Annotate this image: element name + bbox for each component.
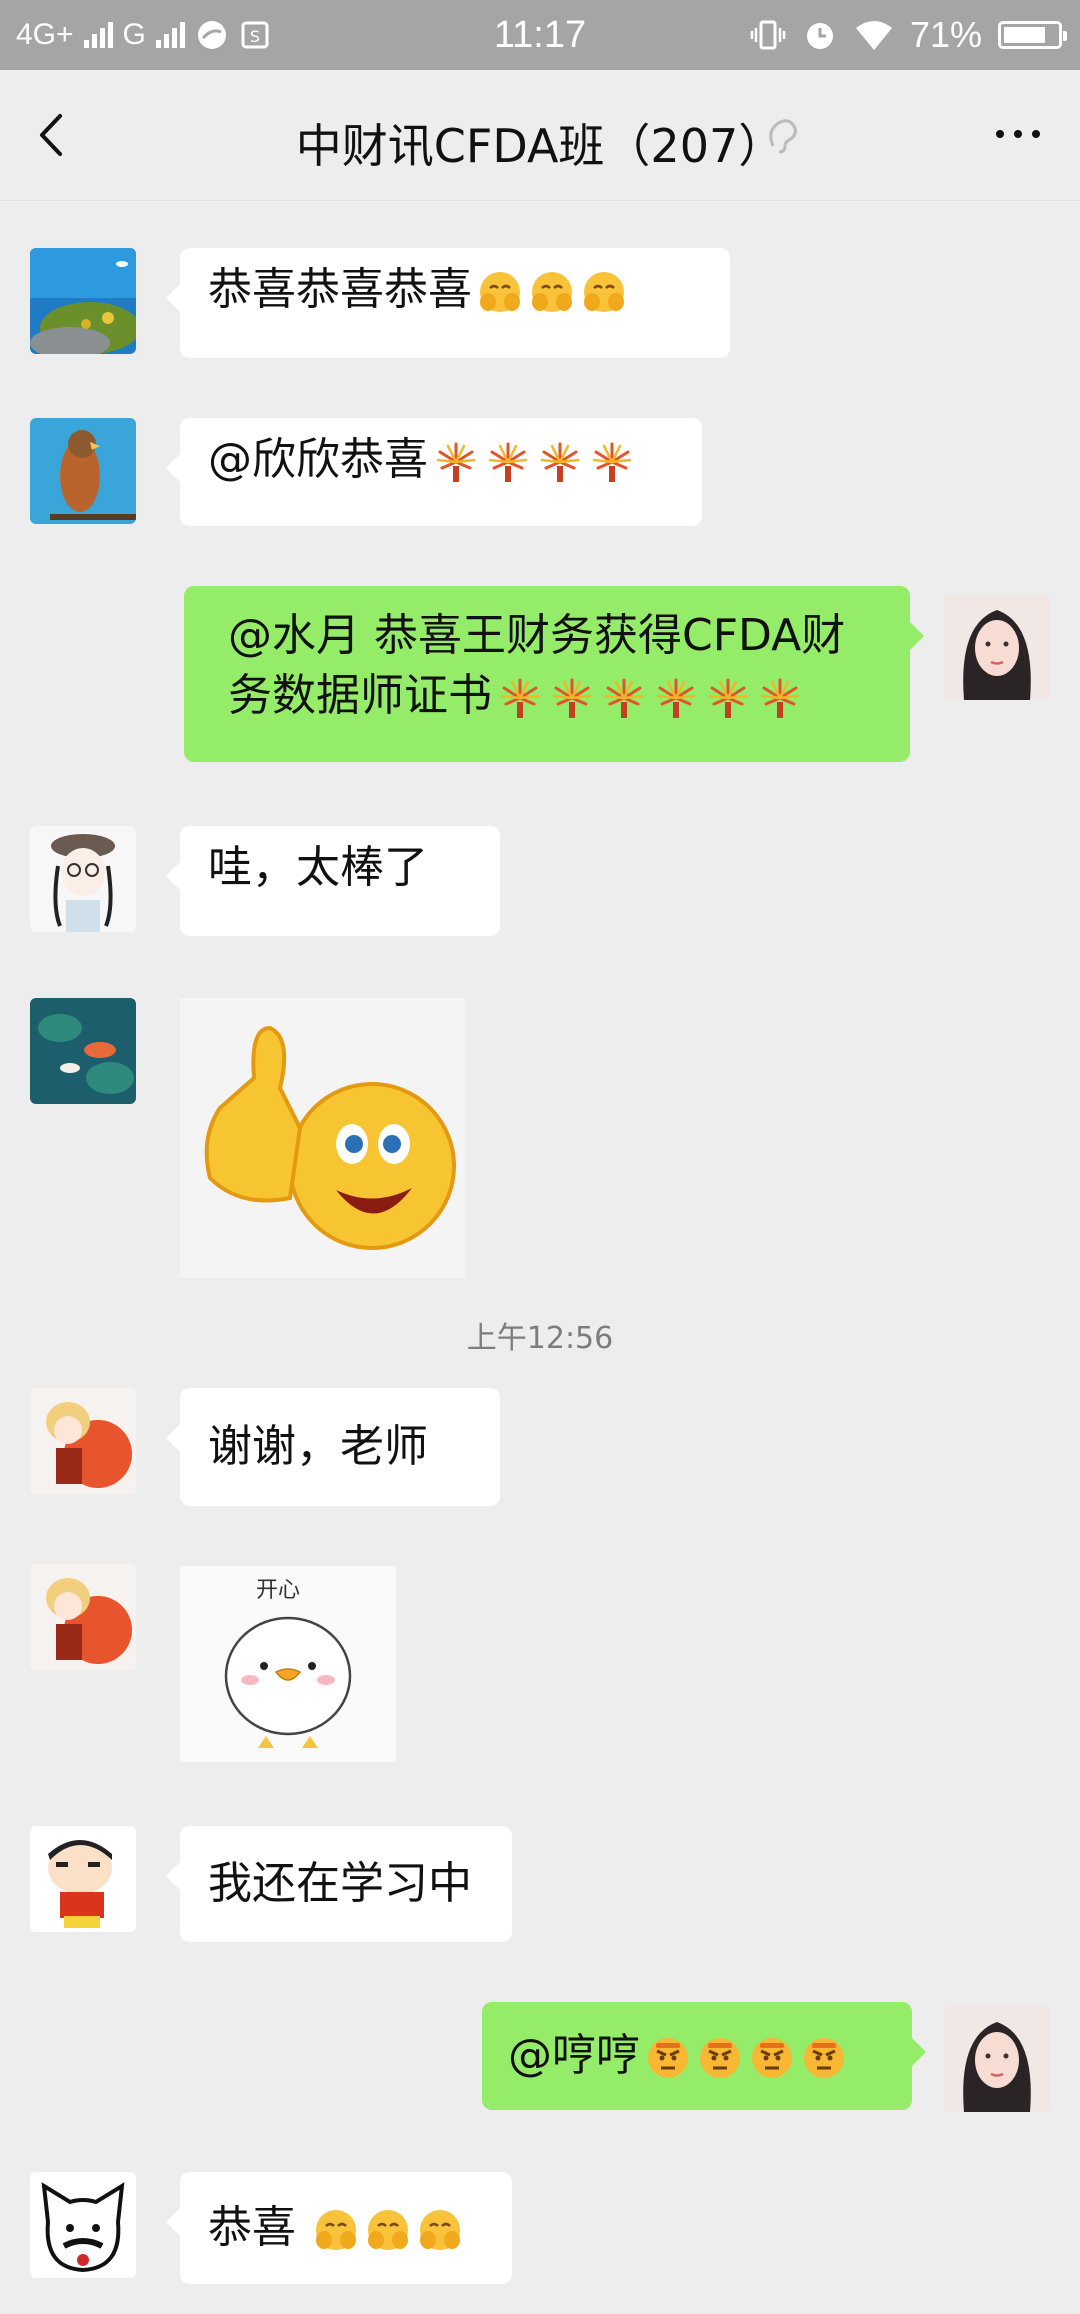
firework-emoji-icon bbox=[652, 674, 700, 722]
avatar-koi-fish[interactable] bbox=[30, 998, 136, 1104]
message-text: 恭喜恭喜恭喜 bbox=[208, 264, 472, 315]
firework-emoji-icon bbox=[600, 674, 648, 722]
firework-emoji-icon bbox=[756, 674, 804, 722]
message-text-line1: @水月 恭喜王财务获得CFDA财 bbox=[228, 610, 846, 661]
wifi-icon bbox=[855, 21, 892, 50]
angry-emoji-icon bbox=[800, 2034, 848, 2082]
hug-emoji-icon bbox=[528, 268, 576, 316]
message-text: 谢谢，老师 bbox=[208, 1421, 428, 1472]
message-bubble[interactable]: @欣欣恭喜 bbox=[166, 418, 702, 526]
message-text: @欣欣恭喜 bbox=[208, 434, 428, 485]
avatar-self-girl[interactable] bbox=[944, 2006, 1050, 2112]
message-text-line2: 务数据师证书 bbox=[228, 670, 492, 721]
status-bar: 4G+ G S 11:17 71% bbox=[0, 0, 1080, 70]
message-bubble[interactable]: 哇，太棒了 bbox=[166, 826, 500, 936]
status-right: 71% bbox=[750, 14, 1067, 56]
avatar-anime-boy[interactable] bbox=[30, 1564, 136, 1670]
angry-emoji-icon bbox=[696, 2034, 744, 2082]
firework-emoji-icon bbox=[588, 438, 636, 486]
avatar-self-girl[interactable] bbox=[944, 594, 1050, 700]
message-bubble[interactable]: 恭喜 bbox=[166, 2172, 512, 2284]
avatar-coral-reef[interactable] bbox=[30, 248, 136, 354]
vibrate-icon bbox=[750, 20, 786, 50]
alarm-icon bbox=[806, 23, 833, 49]
firework-emoji-icon bbox=[484, 438, 532, 486]
message-bubble-self[interactable]: @水月 恭喜王财务获得CFDA财 务数据师证书 bbox=[184, 586, 924, 762]
hug-emoji-icon bbox=[580, 268, 628, 316]
thumbs-up-smiley-sticker[interactable] bbox=[180, 998, 466, 1278]
duck-icon bbox=[224, 1616, 352, 1748]
firework-emoji-icon bbox=[548, 674, 596, 722]
angry-emoji-icon bbox=[644, 2034, 692, 2082]
hug-emoji-icon bbox=[312, 2206, 360, 2254]
earpiece-mode-icon bbox=[769, 119, 797, 154]
chat-title: 中财讯CFDA班（207） bbox=[295, 119, 785, 173]
message-text: 哇，太棒了 bbox=[208, 842, 428, 893]
more-options-icon[interactable] bbox=[996, 130, 1040, 138]
battery-icon bbox=[998, 21, 1067, 49]
hug-emoji-icon bbox=[364, 2206, 412, 2254]
message-bubble-self[interactable]: @哼哼 bbox=[482, 2002, 926, 2110]
message-bubble[interactable]: 谢谢，老师 bbox=[166, 1388, 500, 1506]
avatar-hawk[interactable] bbox=[30, 418, 136, 524]
message-text-line2-row: 务数据师证书 bbox=[228, 666, 866, 726]
duck-sticker[interactable]: 开心 bbox=[180, 1566, 396, 1762]
hug-emoji-icon bbox=[416, 2206, 464, 2254]
avatar-crayon-shin[interactable] bbox=[30, 1826, 136, 1932]
battery-percent: 71% bbox=[909, 14, 982, 55]
firework-emoji-icon bbox=[432, 438, 480, 486]
timestamp: 上午12:56 bbox=[466, 1321, 614, 1356]
message-bubble[interactable]: 恭喜恭喜恭喜 bbox=[166, 248, 730, 358]
message-text: @哼哼 bbox=[508, 2030, 640, 2081]
chat-header: 中财讯CFDA班（207） bbox=[0, 70, 1080, 201]
message-text: 恭喜 bbox=[208, 2202, 296, 2253]
hug-emoji-icon bbox=[476, 268, 524, 316]
firework-emoji-icon bbox=[496, 674, 544, 722]
firework-emoji-icon bbox=[536, 438, 584, 486]
avatar-cat-mustache[interactable] bbox=[30, 2172, 136, 2278]
message-bubble[interactable]: 我还在学习中 bbox=[166, 1826, 512, 1942]
firework-emoji-icon bbox=[704, 674, 752, 722]
angry-emoji-icon bbox=[748, 2034, 796, 2082]
avatar-cartoon-girl[interactable] bbox=[30, 826, 136, 932]
avatar-anime-boy[interactable] bbox=[30, 1388, 136, 1494]
message-text: 我还在学习中 bbox=[208, 1858, 472, 1909]
